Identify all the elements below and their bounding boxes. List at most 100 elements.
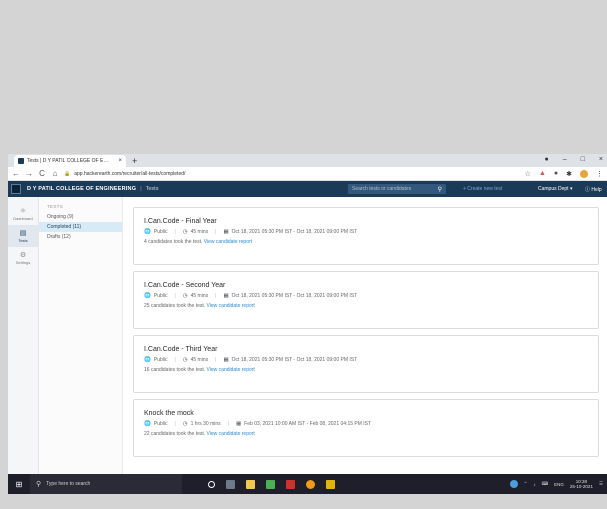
view-report-link[interactable]: View candidate report	[207, 367, 255, 373]
calendar-icon: ▦	[223, 357, 229, 363]
test-duration: 45 mins	[190, 293, 209, 299]
test-participation: 16 candidates took the test. View candid…	[144, 367, 588, 373]
test-name[interactable]: I.Can.Code - Final Year	[144, 218, 588, 225]
test-card[interactable]: I.Can.Code - Final Year 🌐 Public | ◷ 45 …	[133, 207, 599, 265]
org-logo[interactable]	[11, 184, 21, 194]
app-icon[interactable]	[266, 479, 275, 489]
tray-chevron-icon[interactable]: ⌃	[524, 481, 528, 487]
help-button[interactable]: ⓘ Help	[585, 186, 602, 193]
close-window-button[interactable]: ×	[599, 156, 603, 163]
taskbar-search-input[interactable]: ⚲ Type here to search	[30, 474, 182, 494]
settings-icon: ⚙	[19, 252, 27, 259]
subnav-item-drafts[interactable]: Drafts (12)	[39, 232, 122, 242]
extension-icon[interactable]: ▲	[539, 170, 546, 177]
rail-item-tests[interactable]: ▤ Tests	[8, 225, 38, 247]
extensions-puzzle-icon[interactable]: ✱	[566, 170, 572, 178]
divider: |	[174, 229, 176, 235]
divider: |	[174, 357, 176, 363]
app-icon[interactable]	[326, 479, 335, 489]
rail-item-settings[interactable]: ⚙ Settings	[8, 247, 38, 269]
org-name: D Y PATIL COLLEGE OF ENGINEERING	[27, 186, 137, 192]
volume-icon[interactable]: ♪	[533, 482, 535, 487]
campus-dropdown[interactable]: Campus Dept ▾	[538, 186, 572, 192]
view-report-link[interactable]: View candidate report	[207, 303, 255, 309]
clock-icon: ◷	[182, 421, 188, 427]
lock-icon: 🔒	[64, 170, 71, 177]
test-name[interactable]: I.Can.Code - Second Year	[144, 282, 588, 289]
test-visibility: Public	[153, 421, 168, 427]
test-list: I.Can.Code - Final Year 🌐 Public | ◷ 45 …	[123, 197, 607, 474]
calendar-icon: ▦	[235, 421, 242, 427]
chrome-icon[interactable]	[306, 479, 315, 489]
create-test-button[interactable]: + Create new test	[463, 186, 502, 192]
search-input[interactable]: Search tests or candidates ⚲	[348, 184, 446, 194]
calendar-icon: ▦	[223, 229, 229, 235]
divider: |	[174, 421, 176, 427]
subnav-item-ongoing[interactable]: Ongoing (9)	[39, 212, 122, 222]
globe-icon: 🌐	[144, 229, 151, 235]
maximize-button[interactable]: □	[581, 156, 585, 163]
windows-start-icon[interactable]: ⊞	[8, 480, 30, 489]
breadcrumb[interactable]: Tests	[146, 186, 159, 192]
url-field[interactable]: 🔒 app.hackerearth.com/recruiter/all-test…	[64, 169, 520, 179]
breadcrumb-separator: |	[140, 186, 142, 192]
test-participation: 25 candidates took the test. View candid…	[144, 303, 588, 309]
test-schedule: Feb 03, 2021 10:00 AM IST - Feb 08, 2021…	[244, 421, 372, 427]
search-icon: ⚲	[36, 481, 42, 488]
view-report-link[interactable]: View candidate report	[207, 431, 255, 437]
minimize-button[interactable]: –	[563, 156, 567, 163]
candidates-count: 16 candidates took the test.	[144, 367, 206, 373]
tests-subnav: TESTS Ongoing (9) Completed (11) Drafts …	[39, 197, 123, 474]
file-explorer-icon[interactable]	[246, 479, 255, 489]
test-card[interactable]: Knock the mock 🌐 Public | ◷ 1 hrs 30 min…	[133, 399, 599, 457]
window-controls: ● – □ ×	[545, 156, 603, 163]
profile-avatar[interactable]	[580, 169, 588, 178]
test-duration: 1 hrs 30 mins	[190, 421, 221, 427]
test-name[interactable]: Knock the mock	[144, 410, 588, 417]
test-meta: 🌐 Public | ◷ 1 hrs 30 mins | ▦ Feb 03, 2…	[144, 421, 588, 427]
browser-menu-icon[interactable]: ⋮	[596, 170, 603, 178]
keyboard-icon[interactable]: ⌨	[542, 481, 549, 487]
extension-icon[interactable]: ●	[554, 170, 558, 177]
taskbar-clock[interactable]: 10:38 25-10-2021	[570, 479, 593, 489]
test-card[interactable]: I.Can.Code - Second Year 🌐 Public | ◷ 45…	[133, 271, 599, 329]
reload-button[interactable]: C	[38, 169, 46, 178]
tab-close-icon[interactable]: ×	[118, 158, 122, 164]
forward-button[interactable]: →	[25, 169, 33, 178]
clock-icon: ◷	[182, 293, 188, 299]
test-name[interactable]: I.Can.Code - Third Year	[144, 346, 588, 353]
test-participation: 22 candidates took the test. View candid…	[144, 431, 588, 437]
test-schedule: Oct 18, 2021 05:30 PM IST - Oct 18, 2021…	[231, 293, 358, 299]
hackerearth-favicon-icon	[18, 158, 24, 164]
clock-date: 25-10-2021	[569, 484, 593, 489]
globe-icon: 🌐	[144, 293, 151, 299]
test-schedule: Oct 18, 2021 05:30 PM IST - Oct 18, 2021…	[231, 357, 358, 363]
cortana-icon[interactable]	[208, 480, 215, 488]
divider: |	[174, 293, 176, 299]
task-view-icon[interactable]	[226, 479, 235, 489]
acrobat-icon[interactable]	[286, 479, 295, 489]
test-card[interactable]: I.Can.Code - Third Year 🌐 Public | ◷ 45 …	[133, 335, 599, 393]
test-visibility: Public	[153, 229, 168, 235]
divider: |	[215, 357, 217, 363]
system-tray: ⌃ ♪ ⌨ ENG 10:38 25-10-2021 ☰	[509, 479, 603, 489]
clock-icon: ◷	[182, 357, 188, 363]
test-meta: 🌐 Public | ◷ 45 mins | ▦ Oct 18, 2021 05…	[144, 229, 588, 235]
view-report-link[interactable]: View candidate report	[204, 239, 252, 245]
network-icon[interactable]	[509, 480, 518, 488]
divider: |	[227, 421, 229, 427]
new-tab-button[interactable]: +	[132, 155, 137, 167]
rail-item-dashboard[interactable]: ⚛ Dashboard	[8, 203, 38, 225]
bookmark-star-icon[interactable]: ☆	[525, 170, 531, 178]
browser-profile-icon[interactable]: ●	[545, 156, 549, 163]
home-button[interactable]: ⌂	[51, 169, 59, 178]
search-icon[interactable]: ⚲	[438, 186, 442, 193]
language-indicator[interactable]: ENG	[554, 482, 564, 487]
tab-title: Tests | D Y PATIL COLLEGE OF E…	[27, 158, 109, 164]
back-button[interactable]: ←	[12, 169, 20, 178]
subnav-item-completed[interactable]: Completed (11)	[39, 222, 122, 232]
rail-label: Tests	[18, 238, 28, 243]
notifications-icon[interactable]: ☰	[599, 481, 603, 487]
rail-label: Settings	[15, 260, 31, 265]
browser-tab[interactable]: Tests | D Y PATIL COLLEGE OF E… ×	[14, 155, 126, 167]
